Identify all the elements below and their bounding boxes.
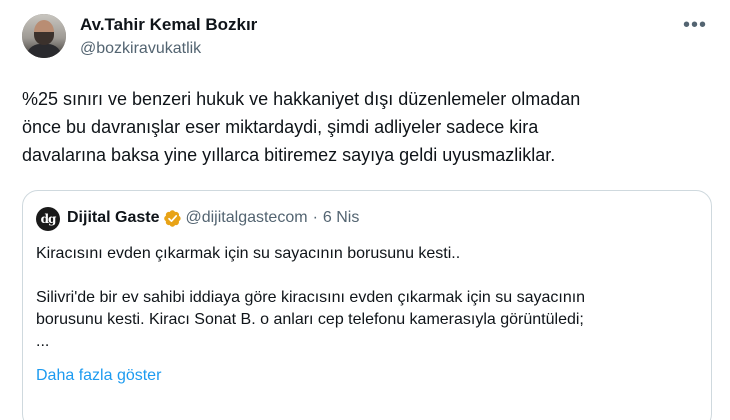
tweet: Av.Tahir Kemal Bozkır @bozkiravukatlik •… [0,0,730,420]
avatar-body [26,44,62,58]
author-name[interactable]: Av.Tahir Kemal Bozkır [80,14,257,36]
more-horizontal-icon[interactable]: ••• [678,13,712,37]
tweet-text: %25 sınırı ve benzeri hukuk ve hakkaniye… [22,85,712,169]
quote-author-name[interactable]: Dijital Gaste [67,208,159,228]
tweet-text-line: davalarına baksa yine yıllarca bitiremez… [22,145,556,165]
quote-author-handle[interactable]: @dijitalgastecom [185,208,307,228]
quote-text-line: Silivri'de bir ev sahibi iddiaya göre ki… [36,289,586,306]
quote-date[interactable]: 6 Nis [323,208,359,228]
quote-ellipsis: ... [36,333,50,350]
author-avatar[interactable] [22,14,66,58]
quoted-tweet-card[interactable]: dg Dijital Gaste @dijitalgastecom · 6 Ni… [22,190,712,420]
quote-avatar-logo[interactable]: dg [36,207,60,231]
quote-body: Kiracısını evden çıkarmak için su sayacı… [36,243,696,353]
author-handle[interactable]: @bozkiravukatlik [80,39,201,59]
quote-separator: · [312,209,318,226]
verified-badge-icon [164,209,182,227]
quote-paragraph-gap [36,265,696,287]
quote-headline: Kiracısını evden çıkarmak için su sayacı… [36,245,461,262]
tweet-text-line: %25 sınırı ve benzeri hukuk ve hakkaniye… [22,89,581,109]
quote-text-line: borusunu kesti. Kiracı Sonat B. o anları… [36,311,584,328]
tweet-text-line: önce bu davranışlar eser miktardaydi, şi… [22,117,539,137]
show-more-link[interactable]: Daha fazla göster [36,365,161,387]
quote-header: Dijital Gaste @dijitalgastecom · 6 Nis [67,208,359,228]
